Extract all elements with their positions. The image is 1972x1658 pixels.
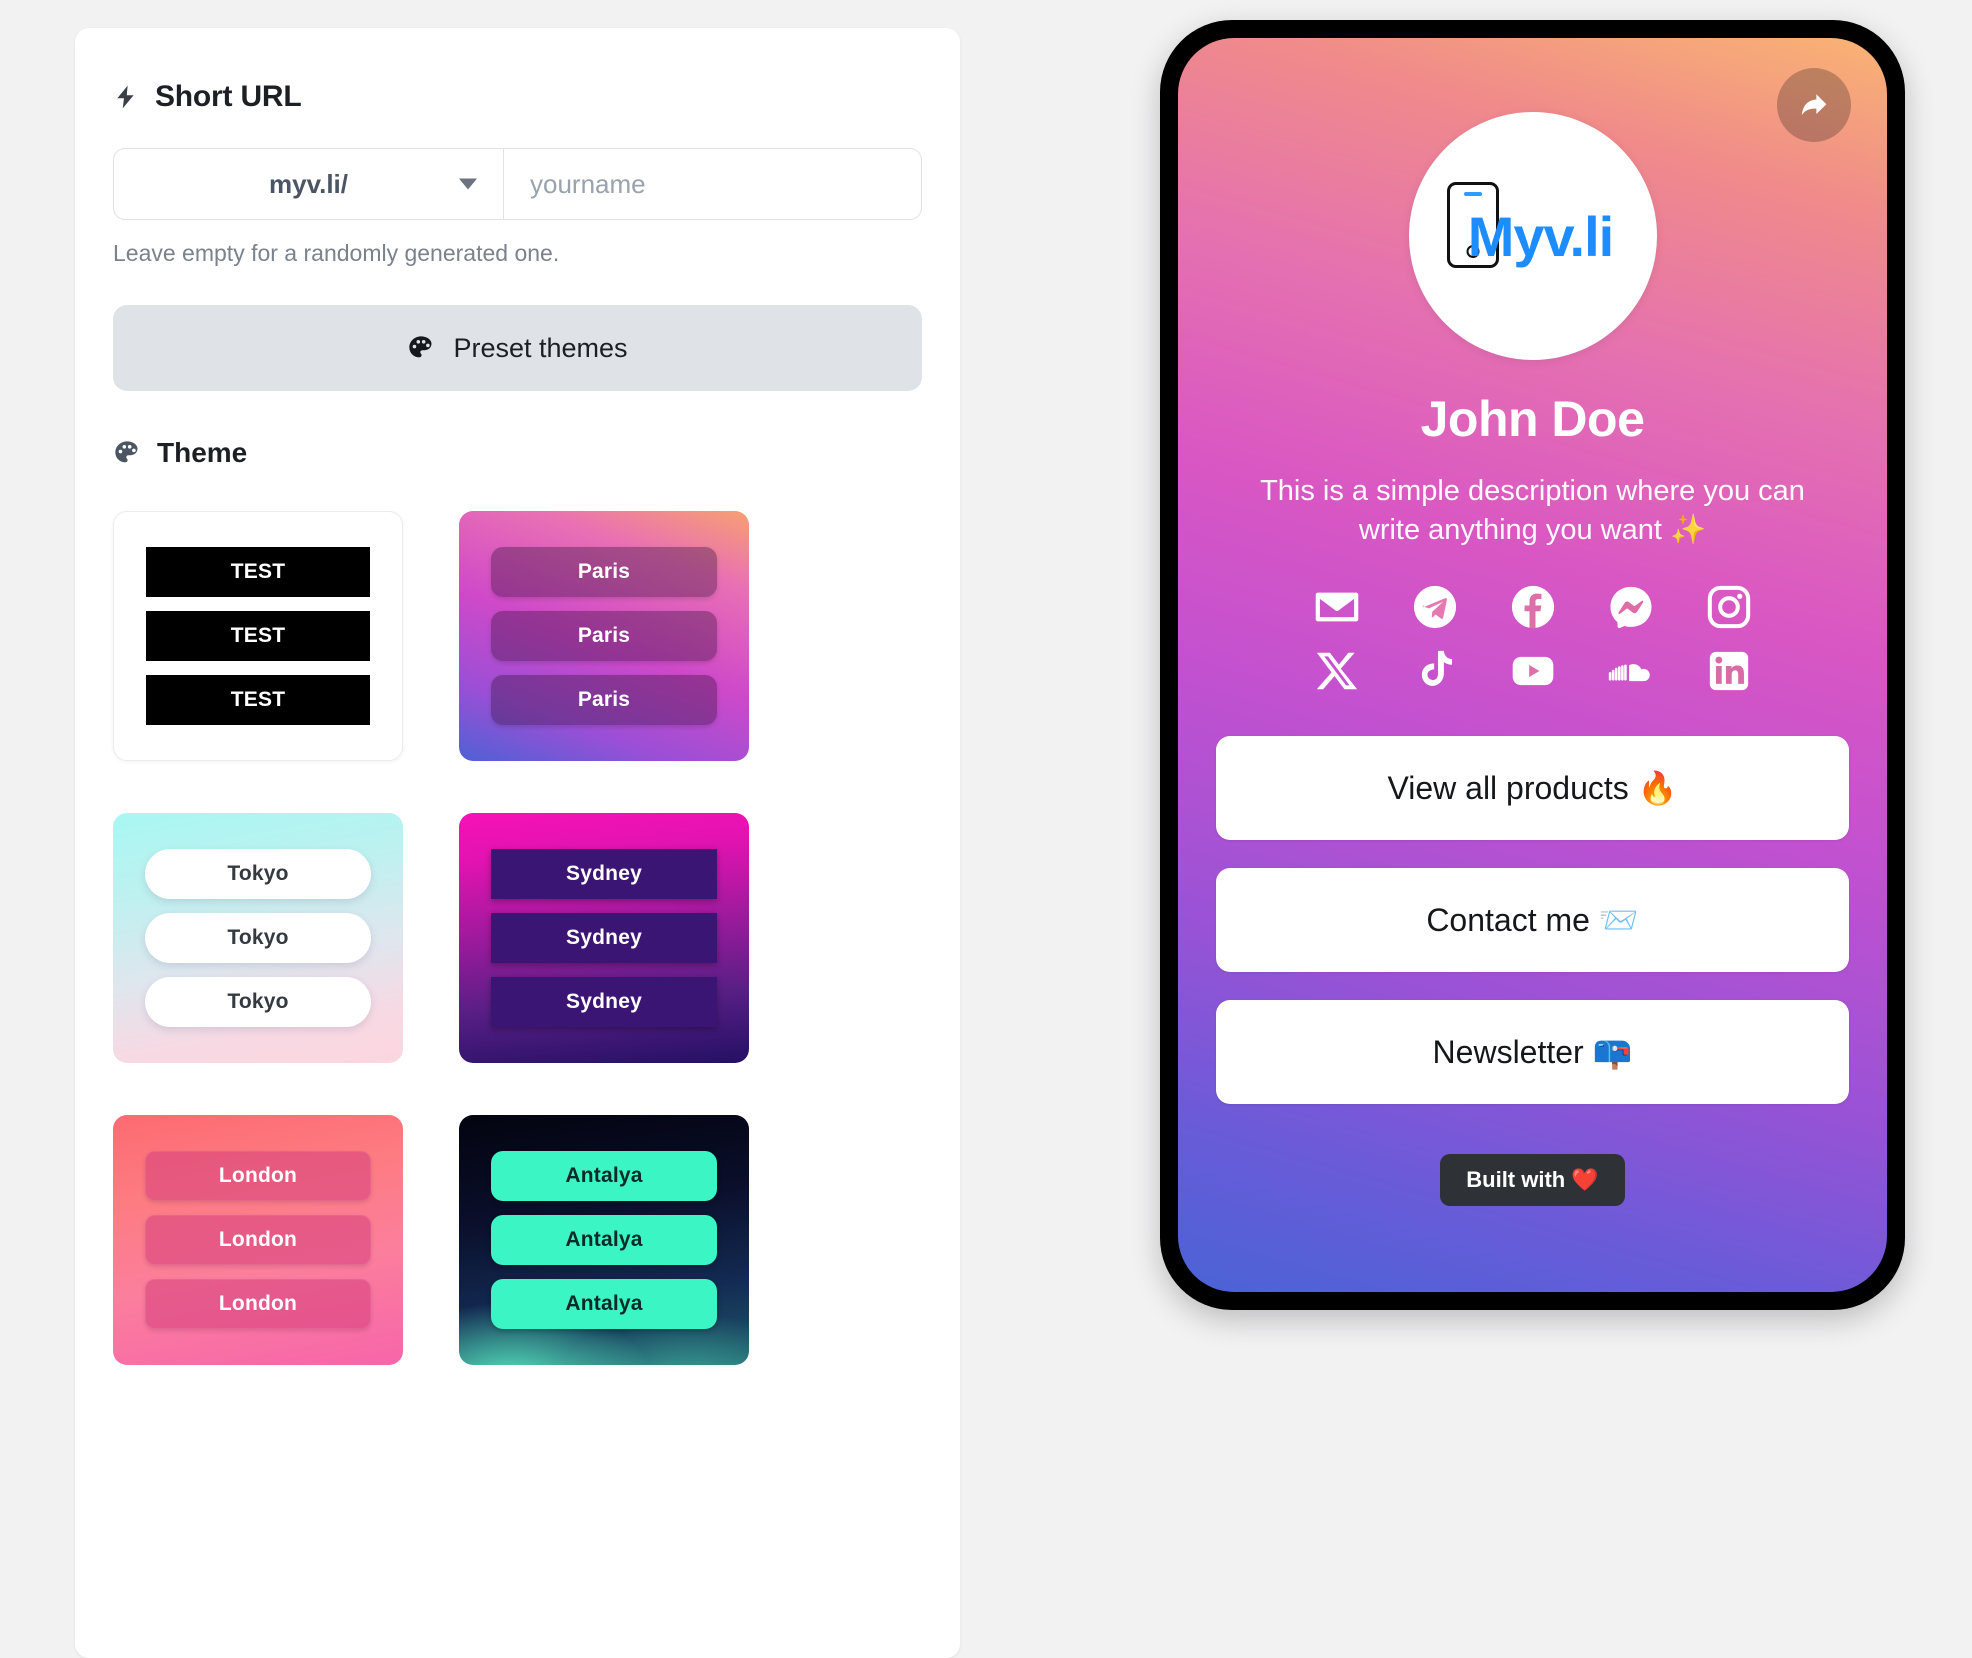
theme-preview-button: Paris [491,547,717,597]
theme-card-test[interactable]: TEST TEST TEST [113,511,403,761]
preset-themes-button[interactable]: Preset themes [113,305,922,391]
domain-prefix-value: myv.li/ [268,168,348,199]
theme-preview-button: Paris [491,611,717,661]
social-links [1216,584,1849,694]
short-url-title: Short URL [155,80,302,113]
facebook-icon[interactable] [1510,584,1556,630]
theme-preview-button: TEST [146,675,370,725]
palette-icon [407,334,435,362]
theme-preview-button: London [145,1279,371,1329]
logo-text: Myv.li [1467,204,1614,268]
share-button[interactable] [1777,68,1851,142]
avatar: Myv.li [1408,112,1657,360]
theme-preview-button: Tokyo [145,977,371,1027]
x-twitter-icon[interactable] [1314,648,1360,694]
linkedin-icon[interactable] [1706,648,1752,694]
theme-grid: TEST TEST TEST Paris Paris Paris Tokyo T… [113,511,922,1365]
link-button[interactable]: View all products 🔥 [1216,735,1849,840]
slug-hint: Leave empty for a randomly generated one… [113,240,560,266]
short-url-header: Short URL [113,80,922,114]
phone-screen: Myv.li John Doe This is a simple descrip… [1178,38,1887,1292]
theme-card-london[interactable]: London London London [113,1115,403,1365]
domain-prefix-select[interactable]: myv.li/ [114,149,504,219]
youtube-icon[interactable] [1510,648,1556,694]
theme-preview-button: Paris [491,675,717,725]
theme-preview-button: TEST [146,611,370,661]
link-button[interactable]: Newsletter 📪 [1216,999,1849,1104]
link-button[interactable]: Contact me 📨 [1216,867,1849,972]
profile-bio: This is a simple description where you c… [1260,475,1805,546]
theme-preview-button: Sydney [491,977,717,1027]
slug-input[interactable] [504,149,921,219]
theme-header: Theme [113,437,922,469]
theme-preview-button: Sydney [491,913,717,963]
phone-preview: Myv.li John Doe This is a simple descrip… [1160,20,1905,1310]
social-row-2 [1314,648,1752,694]
theme-preview-button: London [145,1151,371,1201]
preset-themes-label: Preset themes [453,332,628,363]
theme-preview-button: TEST [146,547,370,597]
bolt-icon [113,81,139,113]
theme-preview-button: Antalya [491,1215,717,1265]
theme-card-tokyo[interactable]: Tokyo Tokyo Tokyo [113,813,403,1063]
chevron-down-icon [459,178,477,190]
theme-preview-button: Sydney [491,849,717,899]
logo-mark: Myv.li [1433,182,1633,282]
settings-panel: Short URL myv.li/ Leave empty for a rand… [75,28,960,1658]
built-with-badge[interactable]: Built with ❤️ [1440,1154,1625,1206]
email-icon[interactable] [1314,584,1360,630]
link-buttons: View all products 🔥 Contact me 📨 Newslet… [1216,735,1849,1104]
profile-name: John Doe [1420,391,1645,447]
telegram-icon[interactable] [1412,584,1458,630]
theme-preview-button: Antalya [491,1151,717,1201]
short-url-row: myv.li/ [113,148,922,220]
theme-card-sydney[interactable]: Sydney Sydney Sydney [459,813,749,1063]
theme-card-antalya[interactable]: Antalya Antalya Antalya [459,1115,749,1365]
share-arrow-icon [1801,94,1827,115]
phone-frame: Myv.li John Doe This is a simple descrip… [1160,20,1905,1310]
instagram-icon[interactable] [1706,584,1752,630]
theme-preview-button: Antalya [491,1279,717,1329]
theme-preview-button: Tokyo [145,849,371,899]
messenger-icon[interactable] [1608,584,1654,630]
theme-card-paris[interactable]: Paris Paris Paris [459,511,749,761]
theme-title: Theme [157,437,248,468]
theme-preview-button: London [145,1215,371,1265]
tiktok-icon[interactable] [1412,648,1458,694]
theme-preview-button: Tokyo [145,913,371,963]
soundcloud-icon[interactable] [1608,648,1654,694]
social-row-1 [1314,584,1752,630]
palette-icon [113,439,141,467]
